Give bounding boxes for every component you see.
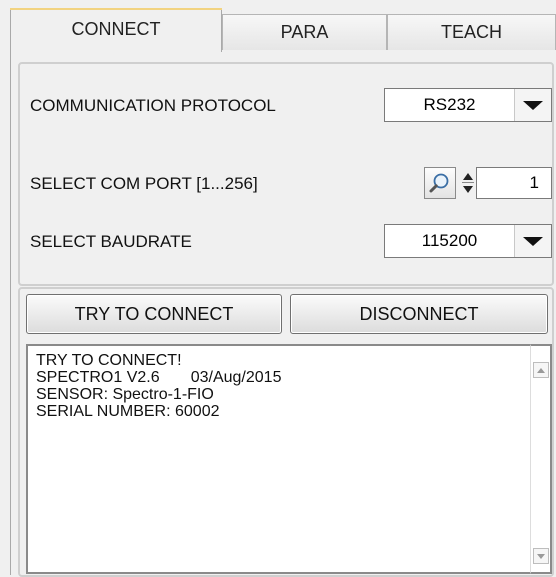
baudrate-value: 115200 bbox=[421, 231, 478, 250]
scroll-down-icon[interactable] bbox=[533, 548, 549, 564]
baudrate-label: SELECT BAUDRATE bbox=[30, 232, 192, 251]
log-scrollbar[interactable] bbox=[530, 344, 552, 574]
spinner-down-icon[interactable] bbox=[463, 186, 473, 193]
disconnect-button[interactable]: DISCONNECT bbox=[290, 294, 548, 334]
try-to-connect-button[interactable]: TRY TO CONNECT bbox=[26, 294, 282, 334]
protocol-value: RS232 bbox=[423, 95, 476, 114]
log-line: TRY TO CONNECT! bbox=[36, 352, 182, 369]
protocol-label: COMMUNICATION PROTOCOL bbox=[30, 96, 276, 115]
tab-connect-label: CONNECT bbox=[71, 19, 161, 39]
chevron-down-icon[interactable] bbox=[514, 225, 551, 257]
connection-log[interactable]: TRY TO CONNECT! SPECTRO1 V2.6 03/Aug/201… bbox=[26, 344, 530, 574]
search-com-port-button[interactable] bbox=[424, 167, 456, 199]
log-line: SERIAL NUMBER: 60002 bbox=[36, 403, 220, 420]
com-port-label: SELECT COM PORT [1...256] bbox=[30, 174, 258, 193]
tab-teach[interactable]: TEACH bbox=[387, 14, 556, 50]
tab-bar: CONNECT PARA TEACH bbox=[0, 0, 556, 52]
chevron-down-icon[interactable] bbox=[514, 89, 551, 121]
tab-connect[interactable]: CONNECT bbox=[10, 8, 222, 52]
magnifier-icon bbox=[429, 173, 449, 193]
tab-para-label: PARA bbox=[280, 22, 329, 42]
log-line: SENSOR: Spectro-1-FIO bbox=[36, 386, 214, 403]
tab-teach-label: TEACH bbox=[440, 22, 502, 42]
protocol-select[interactable]: RS232 bbox=[384, 88, 552, 122]
com-port-spinner[interactable] bbox=[462, 167, 474, 199]
spinner-divider bbox=[462, 182, 474, 183]
baudrate-select[interactable]: 115200 bbox=[384, 224, 552, 258]
com-port-input[interactable] bbox=[476, 167, 552, 199]
scroll-up-icon[interactable] bbox=[533, 362, 549, 378]
spinner-up-icon[interactable] bbox=[463, 173, 473, 180]
log-line: SPECTRO1 V2.6 03/Aug/2015 bbox=[36, 369, 282, 386]
tab-para[interactable]: PARA bbox=[222, 14, 387, 50]
